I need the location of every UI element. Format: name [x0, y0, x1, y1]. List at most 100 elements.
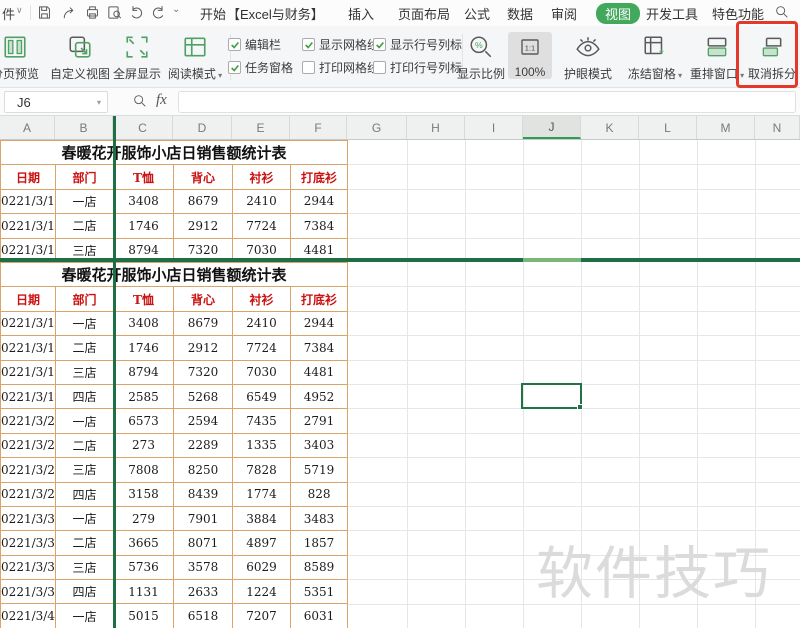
cell[interactable]: 828	[291, 482, 348, 506]
cell[interactable]: 6573	[114, 409, 174, 433]
ribbon-button-自定义视图[interactable]: 自定义视图	[48, 32, 112, 82]
print-preview-icon[interactable]	[106, 4, 124, 22]
ribbon-button-100%[interactable]: 1:1100%	[508, 32, 552, 79]
cell[interactable]: 0221/3/1	[1, 384, 56, 408]
cell[interactable]: 0221/3/1	[1, 189, 56, 213]
cell[interactable]: 3408	[114, 189, 174, 213]
cell[interactable]: 8589	[291, 555, 348, 579]
tab-8[interactable]: 视图	[596, 3, 640, 24]
ribbon-button-显示比例[interactable]: %显示比例	[456, 32, 506, 82]
formula-input[interactable]	[178, 91, 796, 113]
cell[interactable]: 三店	[56, 360, 114, 384]
column-header-H[interactable]: H	[407, 116, 465, 139]
selected-cell[interactable]	[521, 383, 582, 409]
cell[interactable]: 8071	[174, 531, 233, 555]
checkbox-任务窗格[interactable]: 任务窗格	[228, 59, 293, 76]
cell[interactable]: 7030	[233, 360, 291, 384]
cell[interactable]: 6549	[233, 384, 291, 408]
cell[interactable]: 0221/3/1	[1, 214, 56, 238]
cell[interactable]: 8250	[174, 458, 233, 482]
cell[interactable]: 6031	[291, 604, 348, 628]
checkbox-打印行号列标[interactable]: 打印行号列标	[373, 59, 462, 76]
cell[interactable]: 0221/3/3	[1, 555, 56, 579]
chevron-down-icon[interactable]: ▾	[97, 98, 101, 107]
cell[interactable]: 4952	[291, 384, 348, 408]
ribbon-button-护眼模式[interactable]: 护眼模式	[560, 32, 616, 82]
cell[interactable]: 2410	[233, 311, 291, 335]
column-header-A[interactable]: A	[0, 116, 55, 139]
cell[interactable]: 2410	[233, 189, 291, 213]
cell[interactable]: 2791	[291, 409, 348, 433]
column-header-D[interactable]: D	[173, 116, 232, 139]
cell[interactable]: 3408	[114, 311, 174, 335]
cell[interactable]: 7724	[233, 336, 291, 360]
cell[interactable]: 四店	[56, 580, 114, 604]
cell[interactable]: 一店	[56, 409, 114, 433]
cell[interactable]: 6518	[174, 604, 233, 628]
column-header-G[interactable]: G	[347, 116, 407, 139]
cell[interactable]: 0221/3/2	[1, 433, 56, 457]
cell[interactable]: 3665	[114, 531, 174, 555]
ribbon-button-全屏显示[interactable]: 全屏显示	[107, 32, 167, 82]
cell[interactable]: 8679	[174, 189, 233, 213]
cell[interactable]: 5351	[291, 580, 348, 604]
column-header-B[interactable]: B	[55, 116, 113, 139]
cell[interactable]: 1857	[291, 531, 348, 555]
cell[interactable]: 7320	[174, 360, 233, 384]
column-header-J[interactable]: J	[523, 116, 581, 139]
cell[interactable]: 1335	[233, 433, 291, 457]
cell[interactable]: 2912	[174, 214, 233, 238]
cell[interactable]: 0221/3/2	[1, 409, 56, 433]
cell[interactable]: 4481	[291, 238, 348, 258]
cell[interactable]: 二店	[56, 531, 114, 555]
fx-icon[interactable]: fx	[156, 92, 167, 109]
zoom-formula-icon[interactable]	[132, 93, 148, 114]
cell[interactable]: 7030	[233, 238, 291, 258]
cell[interactable]: 一店	[56, 506, 114, 530]
cell[interactable]: 一店	[56, 604, 114, 628]
column-header-K[interactable]: K	[581, 116, 639, 139]
cell[interactable]: 四店	[56, 482, 114, 506]
print-icon[interactable]	[84, 4, 102, 22]
cell[interactable]: 1774	[233, 482, 291, 506]
cell[interactable]: 1746	[114, 336, 174, 360]
cell[interactable]: 0221/3/3	[1, 531, 56, 555]
cell[interactable]: 3578	[174, 555, 233, 579]
cell[interactable]: 0221/3/1	[1, 238, 56, 258]
checkbox-编辑栏[interactable]: 编辑栏	[228, 36, 281, 53]
cell[interactable]: 一店	[56, 189, 114, 213]
cell[interactable]: 3884	[233, 506, 291, 530]
tab-3[interactable]: 插入	[348, 4, 374, 23]
undo-icon[interactable]	[128, 4, 146, 22]
cell[interactable]: 0221/3/3	[1, 506, 56, 530]
cell[interactable]: 4897	[233, 531, 291, 555]
tab-9[interactable]: 开发工具	[646, 4, 698, 23]
checkbox-打印网格线[interactable]: 打印网格线	[302, 59, 379, 76]
cell[interactable]: 5268	[174, 384, 233, 408]
cell[interactable]: 二店	[56, 214, 114, 238]
cell[interactable]: 二店	[56, 336, 114, 360]
cell[interactable]: 7320	[174, 238, 233, 258]
cell[interactable]: 8794	[114, 238, 174, 258]
cell[interactable]: 0221/3/2	[1, 482, 56, 506]
cell[interactable]: 2633	[174, 580, 233, 604]
cell[interactable]: 1746	[114, 214, 174, 238]
cell[interactable]: 一店	[56, 311, 114, 335]
cell[interactable]: 0221/3/1	[1, 336, 56, 360]
cell[interactable]: 7901	[174, 506, 233, 530]
cell[interactable]: 2289	[174, 433, 233, 457]
cell[interactable]: 三店	[56, 555, 114, 579]
save-icon[interactable]	[36, 4, 54, 22]
file-menu[interactable]: 件	[2, 4, 15, 23]
cell[interactable]: 0221/3/1	[1, 360, 56, 384]
cell[interactable]: 273	[114, 433, 174, 457]
cell[interactable]: 3403	[291, 433, 348, 457]
tab-4[interactable]: 页面布局	[398, 4, 450, 23]
cell[interactable]: 2944	[291, 311, 348, 335]
tab-5[interactable]: 公式	[464, 4, 490, 23]
cell[interactable]: 5015	[114, 604, 174, 628]
column-header-F[interactable]: F	[290, 116, 347, 139]
name-box[interactable]: J6 ▾	[4, 91, 108, 113]
cell[interactable]: 8794	[114, 360, 174, 384]
cell[interactable]: 3483	[291, 506, 348, 530]
